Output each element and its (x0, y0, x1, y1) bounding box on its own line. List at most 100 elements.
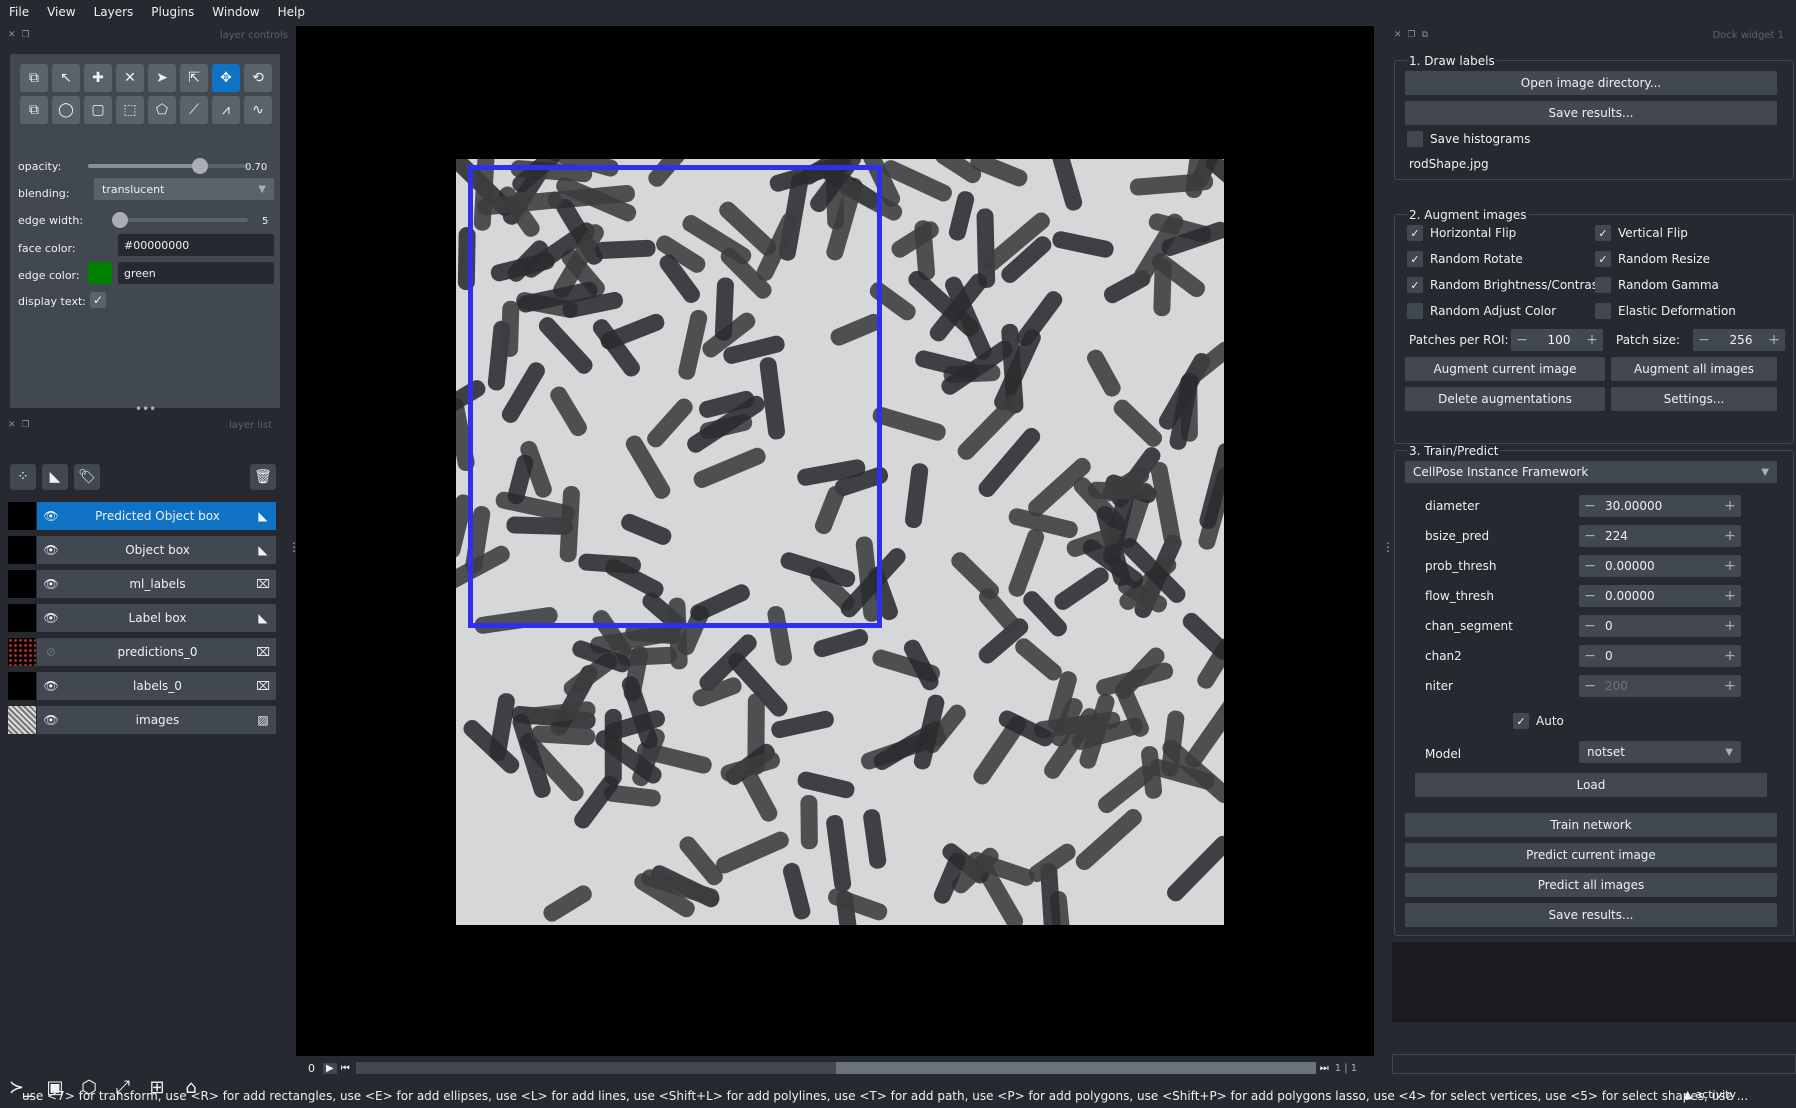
framework-select[interactable]: CellPose Instance Framework ▼ (1405, 461, 1777, 483)
param-spinbox[interactable]: −0 + (1579, 615, 1741, 637)
checkbox-box[interactable]: ✓ (1407, 225, 1423, 241)
new-points-layer-icon[interactable]: ⁘ (10, 464, 36, 490)
checkbox-box[interactable]: ✓ (1595, 251, 1611, 267)
layer-body[interactable]: 👁 Object box ◣ (37, 536, 276, 564)
augment-checkbox[interactable]: ✓ Random Brightness/Contrast (1407, 277, 1603, 293)
plus-icon[interactable]: + (1719, 618, 1741, 634)
dims-scrollbar[interactable] (355, 1062, 1316, 1074)
delete-augmentations-button[interactable]: Delete augmentations (1405, 387, 1605, 411)
predict-current-image-button[interactable]: Predict current image (1405, 843, 1777, 867)
layer-row[interactable]: ⊘ predictions_0 ⌧ (8, 638, 276, 666)
select-shapes-tool-icon[interactable]: ➤ (148, 64, 176, 92)
layer-row[interactable]: 👁 Object box ◣ (8, 536, 276, 564)
close-dock-icon[interactable]: ✕ (8, 30, 16, 40)
checkbox-box[interactable]: ✓ (1407, 277, 1423, 293)
param-spinbox[interactable]: −0.00000 + (1579, 555, 1741, 577)
viewer-canvas[interactable] (296, 26, 1374, 1056)
save-results-button[interactable]: Save results... (1405, 101, 1777, 125)
model-select[interactable]: notset ▼ (1579, 741, 1741, 763)
menu-view[interactable]: View (47, 5, 75, 19)
add-rectangle-tool-icon[interactable]: ▢ (84, 96, 112, 124)
new-shapes-layer-icon[interactable]: ◣ (42, 464, 68, 490)
float-dock-icon[interactable]: ❐ (22, 420, 30, 430)
plus-icon[interactable]: + (1581, 332, 1603, 348)
play-icon[interactable]: ▶ (323, 1062, 337, 1074)
step-back-icon[interactable]: ⏮ (341, 1063, 350, 1074)
open-image-directory-button[interactable]: Open image directory... (1405, 71, 1777, 95)
save-results-button-2[interactable]: Save results... (1405, 903, 1777, 927)
delete-shape-icon[interactable]: ✕ (116, 64, 144, 92)
predicted-object-box[interactable] (468, 165, 882, 628)
param-spinbox[interactable]: −200 + (1579, 675, 1741, 697)
param-spinbox[interactable]: −0.00000 + (1579, 585, 1741, 607)
layer-row[interactable]: 👁 Predicted Object box ◣ (8, 502, 276, 530)
eye-icon[interactable]: 👁 (37, 509, 65, 523)
add-vertex-tool-icon[interactable]: ✚ (84, 64, 112, 92)
minus-icon[interactable]: − (1579, 618, 1601, 634)
checkbox-box[interactable]: ✓ (1513, 713, 1529, 729)
add-ellipse-tool-icon[interactable]: ◯ (52, 96, 80, 124)
augment-checkbox[interactable]: Elastic Deformation (1595, 303, 1736, 319)
layer-body[interactable]: ⊘ predictions_0 ⌧ (37, 638, 276, 666)
train-network-button[interactable]: Train network (1405, 813, 1777, 837)
move-back-icon[interactable]: ⧉ (20, 96, 48, 124)
add-line-tool-icon[interactable]: ⟋ (180, 96, 208, 124)
layer-row[interactable]: 👁 ml_labels ⌧ (8, 570, 276, 598)
augment-all-images-button[interactable]: Augment all images (1611, 357, 1777, 381)
float-dock-icon[interactable]: ❐ (22, 30, 30, 40)
menu-plugins[interactable]: Plugins (151, 5, 194, 19)
edge-color-input[interactable]: green (118, 262, 274, 284)
layer-row[interactable]: 👁 Label box ◣ (8, 604, 276, 632)
edge-width-slider[interactable] (120, 218, 248, 222)
opacity-slider-handle[interactable] (192, 158, 208, 174)
minus-icon[interactable]: − (1579, 588, 1601, 604)
add-path-tool-icon[interactable]: ∿ (244, 96, 272, 124)
eye-icon[interactable]: 👁 (37, 713, 65, 727)
transform-tool-icon[interactable]: ⟲ (244, 64, 272, 92)
eye-icon[interactable]: 👁 (37, 577, 65, 591)
blending-select[interactable]: translucent ▼ (94, 178, 274, 200)
settings-button[interactable]: Settings... (1611, 387, 1777, 411)
eye-icon[interactable]: 👁 (37, 679, 65, 693)
minus-icon[interactable]: − (1579, 558, 1601, 574)
layer-row[interactable]: 👁 images ▨ (8, 706, 276, 734)
plus-icon[interactable]: + (1763, 332, 1785, 348)
menu-help[interactable]: Help (278, 5, 305, 19)
layer-body[interactable]: 👁 Predicted Object box ◣ (37, 502, 276, 530)
niter-auto-checkbox[interactable]: ✓ Auto (1513, 713, 1564, 729)
float-dock-icon[interactable]: ❐ (1408, 30, 1416, 40)
param-spinbox[interactable]: −30.00000 + (1579, 495, 1741, 517)
save-histograms-checkbox[interactable]: Save histograms (1407, 131, 1530, 147)
minus-icon[interactable]: − (1693, 332, 1715, 348)
load-button[interactable]: Load (1415, 773, 1767, 797)
menu-layers[interactable]: Layers (94, 5, 134, 19)
checkbox-box[interactable] (1407, 131, 1423, 147)
step-forward-icon[interactable]: ⏭ (1320, 1063, 1329, 1074)
activity-button[interactable]: ▲ activity (1683, 1088, 1736, 1101)
splitter-handle[interactable]: ••• (135, 402, 156, 416)
minus-icon[interactable]: − (1579, 648, 1601, 664)
augment-checkbox[interactable]: ✓ Horizontal Flip (1407, 225, 1516, 241)
eye-hidden-icon[interactable]: ⊘ (37, 645, 65, 659)
predict-all-images-button[interactable]: Predict all images (1405, 873, 1777, 897)
layer-body[interactable]: 👁 images ▨ (37, 706, 276, 734)
select-vertices-tool-icon[interactable]: ⇱ (180, 64, 208, 92)
plus-icon[interactable]: + (1719, 588, 1741, 604)
augment-current-image-button[interactable]: Augment current image (1405, 357, 1605, 381)
augment-checkbox[interactable]: ✓ Random Rotate (1407, 251, 1523, 267)
patches-per-roi-spinbox[interactable]: − 100 + (1511, 329, 1603, 351)
plus-icon[interactable]: + (1719, 648, 1741, 664)
plus-icon[interactable]: + (1719, 498, 1741, 514)
plus-icon[interactable]: + (1719, 678, 1741, 694)
param-spinbox[interactable]: −0 + (1579, 645, 1741, 667)
remove-points-tool-icon[interactable]: ⧉ (20, 64, 48, 92)
eye-icon[interactable]: 👁 (37, 611, 65, 625)
checkbox-box[interactable] (1595, 303, 1611, 319)
direct-select-tool-icon[interactable]: ↖ (52, 64, 80, 92)
menu-file[interactable]: File (9, 5, 29, 19)
delete-layer-icon[interactable]: 🗑 (250, 464, 276, 490)
left-splitter-handle[interactable]: ⋮ (288, 540, 300, 554)
checkbox-box[interactable]: ✓ (1407, 251, 1423, 267)
param-spinbox[interactable]: −224 + (1579, 525, 1741, 547)
face-color-input[interactable]: #00000000 (118, 234, 274, 256)
